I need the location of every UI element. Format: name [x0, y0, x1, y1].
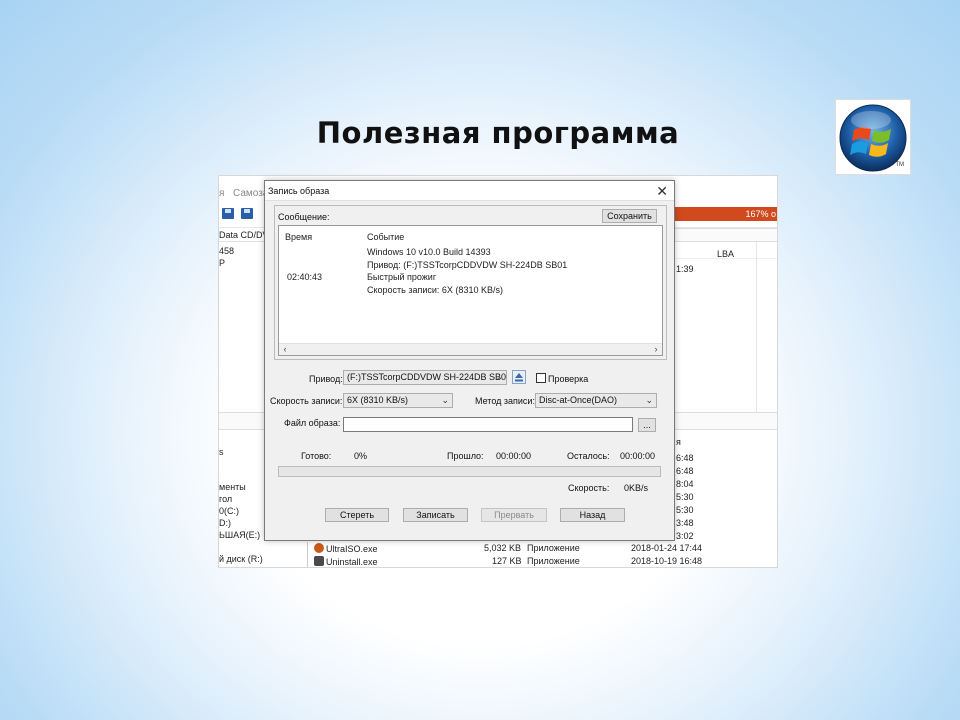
- browse-button[interactable]: ...: [638, 418, 656, 432]
- speed-value: 6X (8310 KB/s): [347, 395, 409, 405]
- image-file-input[interactable]: [343, 417, 633, 432]
- file-size: 127 KB: [492, 556, 522, 566]
- bg-text: 1:39: [676, 264, 694, 274]
- bg-pane-divider: [307, 542, 308, 567]
- elapsed-label: Прошло:: [447, 451, 484, 461]
- elapsed-value: 00:00:00: [496, 451, 532, 461]
- bg-tree-item[interactable]: ЬШАЯ(E:): [219, 530, 260, 540]
- eject-icon[interactable]: [512, 370, 526, 384]
- remaining-value: 00:00:00: [620, 451, 656, 461]
- file-date: 2018-10-19 16:48: [631, 556, 703, 566]
- done-label: Готово:: [301, 451, 332, 461]
- image-file-label: Файл образа:: [284, 418, 341, 428]
- bg-tree-item[interactable]: й диск (R:): [219, 554, 263, 564]
- log-horizontal-scrollbar[interactable]: ‹ ›: [279, 343, 662, 355]
- log-row-event: Быстрый прожиг: [367, 272, 437, 282]
- current-speed-label: Скорость:: [568, 483, 610, 493]
- file-type: Приложение: [527, 543, 580, 553]
- done-value: 0%: [354, 451, 368, 461]
- bg-text: 458: [219, 246, 235, 256]
- slide-title: Полезная программа: [316, 116, 680, 150]
- trademark-label: TM: [895, 162, 904, 168]
- save-icon[interactable]: [222, 208, 234, 219]
- disc-icon: [314, 543, 324, 553]
- scroll-right-icon[interactable]: ›: [650, 344, 662, 355]
- bg-path-field[interactable]: [674, 228, 777, 242]
- bg-text: 3:02: [676, 531, 694, 541]
- save-log-button[interactable]: Сохранить: [602, 209, 657, 223]
- file-name: Uninstall.exe: [326, 557, 378, 567]
- chevron-down-icon: ⌄: [645, 395, 653, 405]
- file-row[interactable]: UltraISO.exe: [314, 543, 378, 554]
- bg-menu-item[interactable]: я: [219, 188, 224, 199]
- file-name: UltraISO.exe: [326, 544, 378, 554]
- app-icon: [314, 556, 324, 566]
- bg-tree-item[interactable]: 0(C:): [219, 506, 239, 516]
- dialog-title: Запись образа: [268, 186, 330, 196]
- bg-text: я: [676, 437, 681, 447]
- file-size: 5,032 KB: [484, 543, 522, 553]
- save-as-icon[interactable]: [241, 208, 253, 219]
- bg-tree-item[interactable]: гол: [219, 494, 232, 504]
- verify-label: Проверка: [548, 374, 589, 384]
- remaining-label: Осталось:: [567, 451, 610, 461]
- bg-col-lba: LBA: [717, 249, 735, 259]
- file-type: Приложение: [527, 556, 580, 566]
- log-col-event: Событие: [367, 232, 405, 242]
- scroll-left-icon[interactable]: ‹: [279, 344, 291, 355]
- burn-progress-bar: [278, 466, 661, 477]
- drive-label: Привод:: [309, 374, 343, 384]
- chevron-down-icon: ⌄: [495, 372, 503, 382]
- bg-text: P: [219, 258, 226, 268]
- log-col-time: Время: [285, 232, 313, 242]
- dialog-titlebar[interactable]: Запись образа ✕: [265, 181, 674, 201]
- bg-text: 5:30: [676, 492, 694, 502]
- current-speed-value: 0KB/s: [624, 483, 649, 493]
- message-label: Сообщение:: [277, 212, 331, 222]
- speed-label: Скорость записи:: [270, 396, 343, 406]
- bg-text: 6:48: [676, 466, 694, 476]
- windows-logo: TM: [835, 99, 911, 175]
- drive-value: (F:)TSSTcorpCDDVDW SH-224DB SB01: [347, 372, 507, 382]
- file-date: 2018-01-24 17:44: [631, 543, 703, 553]
- bg-tree-item[interactable]: D:): [219, 518, 231, 528]
- bg-text: 5:30: [676, 505, 694, 515]
- log-row-event: Windows 10 v10.0 Build 14393: [367, 247, 491, 257]
- back-button[interactable]: Назад: [560, 508, 625, 522]
- method-select[interactable]: Disc-at-Once(DAO) ⌄: [535, 393, 657, 408]
- write-button[interactable]: Записать: [403, 508, 468, 522]
- bg-text: 6:48: [676, 453, 694, 463]
- method-value: Disc-at-Once(DAO): [539, 395, 618, 405]
- log-list[interactable]: Время Событие Windows 10 v10.0 Build 143…: [278, 225, 663, 356]
- burn-image-dialog: Запись образа ✕ Сообщение: Сохранить Вре…: [264, 180, 675, 541]
- abort-button[interactable]: Прервать: [481, 508, 547, 522]
- bg-tree-item[interactable]: менты: [219, 482, 246, 492]
- log-row-event: Скорость записи: 6X (8310 KB/s): [367, 285, 503, 295]
- chevron-down-icon: ⌄: [441, 395, 449, 405]
- log-row-time: 02:40:43: [287, 272, 323, 282]
- file-row[interactable]: Uninstall.exe: [314, 556, 378, 567]
- verify-checkbox[interactable]: [536, 373, 546, 383]
- bg-divider: [756, 242, 757, 412]
- bg-capacity-bar: 167% о: [674, 207, 777, 221]
- log-row-event: Привод: (F:)TSSTcorpCDDVDW SH-224DB SB01: [367, 260, 568, 270]
- bg-text: 3:48: [676, 518, 694, 528]
- bg-tree-item[interactable]: s: [219, 447, 224, 457]
- drive-select[interactable]: (F:)TSSTcorpCDDVDW SH-224DB SB01 ⌄: [343, 370, 507, 385]
- bg-text: 8:04: [676, 479, 694, 489]
- speed-select[interactable]: 6X (8310 KB/s) ⌄: [343, 393, 453, 408]
- close-icon[interactable]: ✕: [656, 183, 668, 200]
- erase-button[interactable]: Стереть: [325, 508, 389, 522]
- method-label: Метод записи:: [475, 396, 535, 406]
